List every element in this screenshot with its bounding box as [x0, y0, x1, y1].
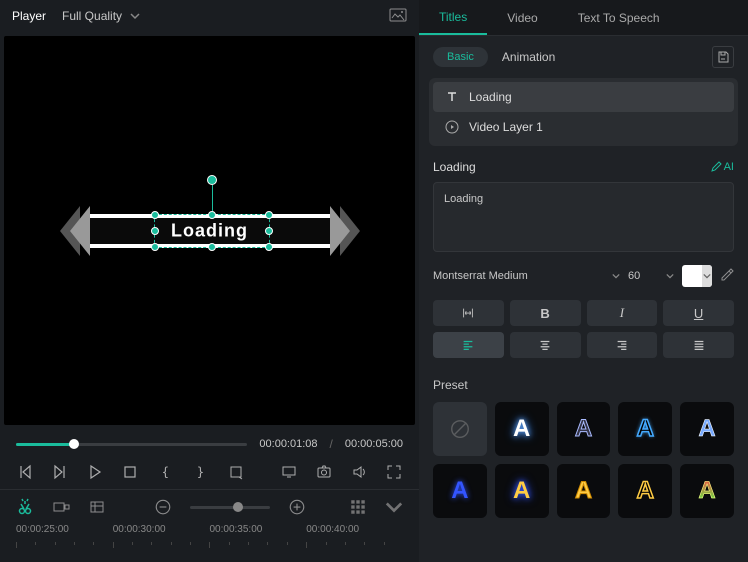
preset-item[interactable]: A	[680, 402, 734, 456]
quality-select[interactable]: Full Quality	[62, 9, 140, 23]
volume-button[interactable]	[351, 463, 368, 481]
camera-button[interactable]	[316, 463, 333, 481]
font-family-select[interactable]: Montserrat Medium	[433, 264, 620, 288]
snapshot-button[interactable]	[389, 8, 407, 25]
time-separator: /	[330, 437, 333, 451]
font-color-picker[interactable]	[682, 265, 712, 287]
zoom-in-button[interactable]	[288, 498, 306, 516]
tab-video[interactable]: Video	[487, 0, 557, 35]
preset-label: Preset	[419, 370, 748, 402]
underline-button[interactable]: U	[663, 300, 734, 326]
eyedropper-icon	[720, 268, 734, 282]
font-size-value: 60	[628, 270, 640, 282]
zoom-out-button[interactable]	[154, 498, 172, 516]
preset-item[interactable]: A	[557, 464, 611, 518]
mark-out-button[interactable]: }	[192, 463, 209, 481]
auto-cut-tool[interactable]	[16, 498, 34, 516]
resize-handle[interactable]	[151, 211, 159, 219]
subtab-animation[interactable]: Animation	[502, 50, 555, 64]
preset-item[interactable]: A	[557, 402, 611, 456]
align-right-button[interactable]	[587, 332, 658, 358]
layer-label: Loading	[469, 90, 512, 104]
tab-tts[interactable]: Text To Speech	[558, 0, 680, 35]
resize-handle[interactable]	[265, 211, 273, 219]
preset-item[interactable]: A	[495, 464, 549, 518]
preset-none[interactable]	[433, 402, 487, 456]
preset-item[interactable]: A	[618, 464, 672, 518]
char-spacing-button[interactable]	[433, 300, 504, 326]
ruler-label: 00:00:35:00	[210, 524, 307, 535]
seek-bar[interactable]	[16, 443, 247, 446]
play-button[interactable]	[86, 463, 103, 481]
preset-item[interactable]: A	[495, 402, 549, 456]
next-frame-button[interactable]	[51, 463, 68, 481]
align-left-button[interactable]	[433, 332, 504, 358]
ai-label: AI	[724, 161, 734, 173]
preset-item[interactable]: A	[433, 464, 487, 518]
chevron-down-icon	[130, 11, 140, 21]
eyedropper-button[interactable]	[720, 268, 734, 285]
resize-handle[interactable]	[265, 243, 273, 251]
font-family-value: Montserrat Medium	[433, 270, 528, 282]
marker-tool[interactable]	[88, 498, 106, 516]
resize-handle[interactable]	[265, 227, 273, 235]
preset-item[interactable]: A	[680, 464, 734, 518]
timeline-ruler[interactable]: 00:00:25:00 00:00:30:00 00:00:35:00 00:0…	[0, 524, 419, 554]
prev-frame-button[interactable]	[16, 463, 33, 481]
quality-value: Full Quality	[62, 9, 122, 23]
section-title: Loading	[433, 160, 476, 174]
duration: 00:00:05:00	[345, 438, 403, 450]
align-center-button[interactable]	[510, 332, 581, 358]
pen-icon	[710, 161, 722, 173]
stop-button[interactable]	[122, 463, 139, 481]
text-icon	[445, 90, 459, 104]
seek-thumb[interactable]	[69, 439, 79, 449]
zoom-slider[interactable]	[190, 506, 270, 509]
layer-item-video[interactable]: Video Layer 1	[433, 112, 734, 142]
chevron-down-icon	[703, 272, 711, 280]
preset-item[interactable]: A	[618, 402, 672, 456]
crop-button[interactable]	[227, 463, 244, 481]
display-button[interactable]	[280, 463, 297, 481]
fullscreen-button[interactable]	[386, 463, 403, 481]
selection-box[interactable]	[154, 214, 270, 248]
layer-item-text[interactable]: Loading	[433, 82, 734, 112]
current-time: 00:00:01:08	[259, 438, 317, 450]
ripple-tool[interactable]	[52, 498, 70, 516]
tab-titles[interactable]: Titles	[419, 0, 487, 35]
resize-handle[interactable]	[208, 211, 216, 219]
grid-view-button[interactable]	[349, 498, 367, 516]
align-justify-button[interactable]	[663, 332, 734, 358]
resize-handle[interactable]	[208, 243, 216, 251]
title-text-input[interactable]: Loading	[433, 182, 734, 252]
zoom-thumb[interactable]	[233, 502, 243, 512]
font-size-select[interactable]: 60	[628, 264, 674, 288]
layer-label: Video Layer 1	[469, 120, 543, 134]
bold-button[interactable]: B	[510, 300, 581, 326]
save-preset-button[interactable]	[712, 46, 734, 68]
timeline-menu-button[interactable]	[385, 498, 403, 516]
rotate-handle[interactable]	[207, 175, 217, 185]
save-icon	[717, 51, 729, 63]
ruler-label: 00:00:30:00	[113, 524, 210, 535]
preview-viewport[interactable]: Loading	[4, 36, 415, 425]
ai-button[interactable]: AI	[710, 161, 734, 173]
chevron-down-icon	[666, 272, 674, 280]
chevron-down-icon	[612, 272, 620, 280]
subtab-basic[interactable]: Basic	[433, 47, 488, 67]
player-label: Player	[12, 9, 46, 23]
ruler-label: 00:00:40:00	[306, 524, 403, 535]
none-icon	[449, 418, 471, 440]
resize-handle[interactable]	[151, 227, 159, 235]
mark-in-button[interactable]: {	[157, 463, 174, 481]
play-icon	[445, 120, 459, 134]
ruler-label: 00:00:25:00	[16, 524, 113, 535]
italic-button[interactable]: I	[587, 300, 658, 326]
resize-handle[interactable]	[151, 243, 159, 251]
